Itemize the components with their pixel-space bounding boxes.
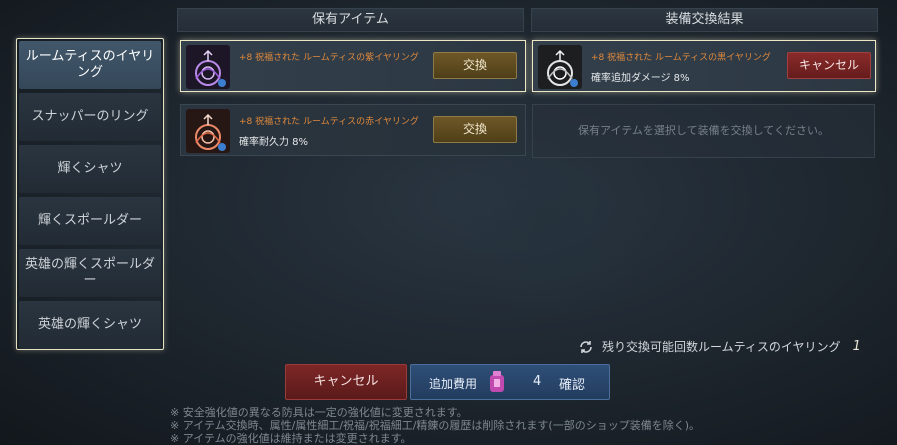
sidebar-item-label: 英雄の輝くスポールダー [25,257,156,288]
currency-icon [487,370,507,394]
item-stat: 確率耐久力 8% [239,137,309,148]
category-sidebar: ルームティスのイヤリング スナッパーのリング 輝くシャツ 輝くスポールダー 英雄… [16,38,164,350]
owned-item-purple-earring[interactable]: +8 祝福された ルームティスの紫イヤリング 交換 [180,40,526,92]
sidebar-item-snapper-ring[interactable]: スナッパーのリング [19,93,161,141]
note-line: ※ アイテム交換時、属性/属性細工/祝福/祝福細工/精錬の履歴は削除されます(一… [170,419,701,432]
sidebar-item-hero-shining-pauldron[interactable]: 英雄の輝くスポールダー [19,249,161,297]
sidebar-item-shining-shirt[interactable]: 輝くシャツ [19,145,161,193]
sidebar-item-hero-shining-shirt[interactable]: 英雄の輝くシャツ [19,301,161,349]
additional-cost-value: 4 [533,374,542,389]
exchange-button[interactable]: 交換 [433,52,517,79]
sidebar-item-label: 輝くスポールダー [37,213,142,228]
confirm-button[interactable]: 追加費用 4 確認 [410,364,610,400]
sidebar-item-label: 輝くシャツ [57,161,123,176]
note-line: ※ 安全強化値の異なる防具は一定の強化値に変更されます。 [170,406,468,419]
sidebar-item-label: 英雄の輝くシャツ [37,317,142,332]
sidebar-item-lumtis-earring[interactable]: ルームティスのイヤリング [19,41,161,89]
owned-item-red-earring[interactable]: +8 祝福された ルームティスの赤イヤリング 確率耐久力 8% 交換 [180,104,526,156]
owned-items-header: 保有アイテム [177,8,524,32]
note-line: ※ アイテムの強化値は維持または変更されます。 [170,432,412,445]
refresh-icon [578,339,594,355]
earring-red-icon [186,109,230,153]
sidebar-item-shining-pauldron[interactable]: 輝くスポールダー [19,197,161,245]
confirm-label: 確認 [559,378,586,393]
earring-purple-icon [186,45,230,89]
exchange-button[interactable]: 交換 [433,116,517,143]
notes: ※ 安全強化値の異なる防具は一定の強化値に変更されます。 ※ アイテム交換時、属… [170,406,700,445]
remaining-exchange-count: 残り交換可能回数ルームティスのイヤリング 1 [578,338,861,355]
result-item-black-earring[interactable]: +8 祝福された ルームティスの黒イヤリング 確率追加ダメージ 8% キャンセル [532,40,876,92]
additional-cost-label: 追加費用 [429,377,478,391]
remaining-number: 1 [852,339,861,354]
item-name: +8 祝福された ルームティスの赤イヤリング [239,117,419,127]
cancel-exchange-button[interactable]: キャンセル [787,52,871,79]
item-name: +8 祝福された ルームティスの紫イヤリング [239,53,419,63]
item-name: +8 祝福された ルームティスの黒イヤリング [591,53,771,63]
empty-slot-message: 保有アイテムを選択して装備を交換してください。 [532,104,875,158]
cancel-button[interactable]: キャンセル [285,364,407,400]
exchange-result-header: 装備交換結果 [531,8,878,32]
sidebar-item-label: ルームティスのイヤリング [25,49,155,80]
earring-black-icon [538,45,582,89]
background-emblem [440,140,660,310]
item-stat: 確率追加ダメージ 8% [591,73,690,84]
sidebar-item-label: スナッパーのリング [31,109,149,124]
remaining-label: 残り交換可能回数ルームティスのイヤリング [602,340,841,354]
